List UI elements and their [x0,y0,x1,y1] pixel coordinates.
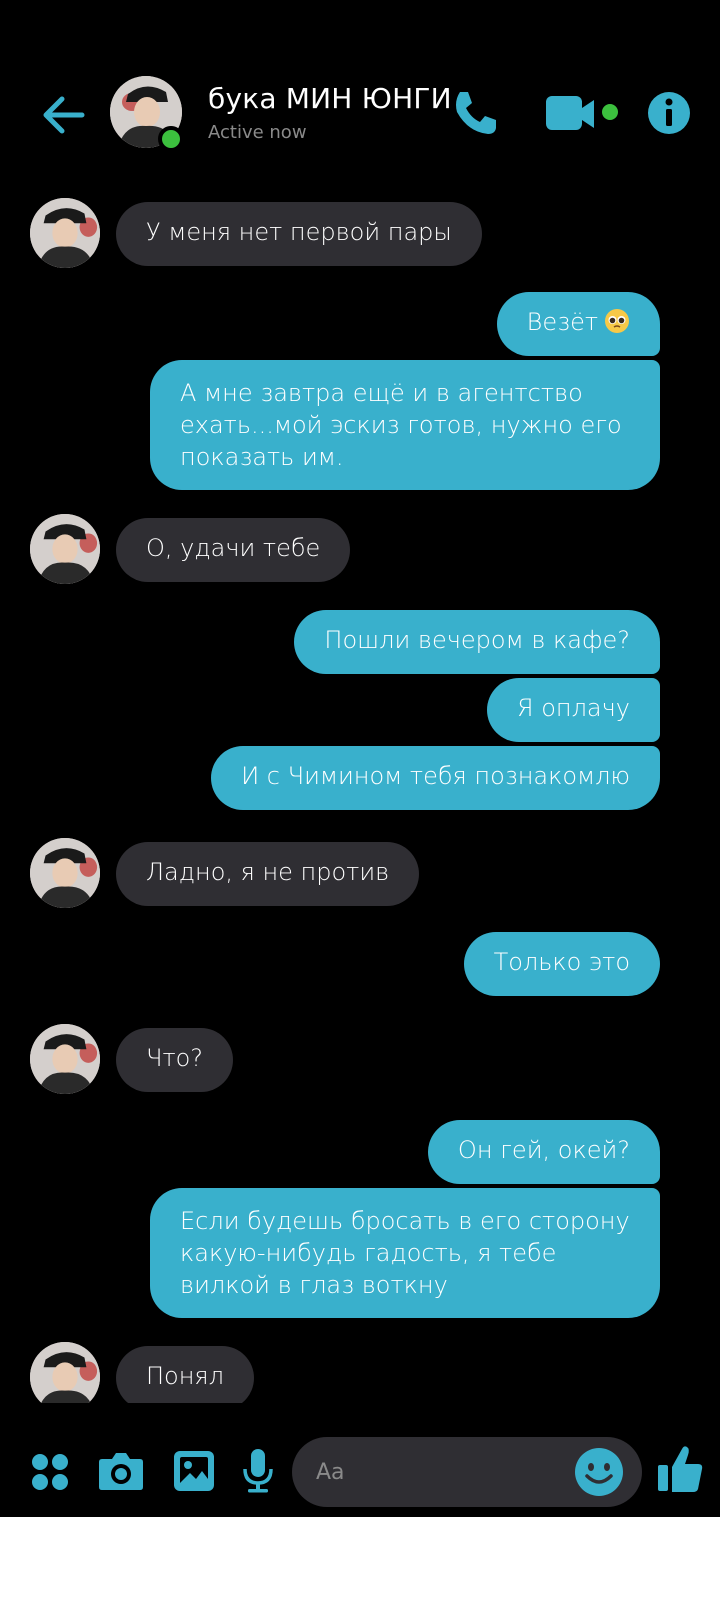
thumbs-up-icon[interactable] [656,1443,704,1495]
apps-grid-icon[interactable] [30,1452,70,1492]
message-incoming[interactable]: Что? [116,1028,234,1092]
video-camera-icon[interactable] [546,92,626,136]
message-outgoing[interactable]: А мне завтра ещё и в агентство ехать...м… [150,360,660,490]
message-incoming[interactable]: Ладно, я не против [116,842,420,906]
message-outgoing[interactable]: Везёт [496,292,660,356]
info-icon[interactable] [646,90,692,136]
contact-name[interactable]: бука МИН ЮНГИ [208,82,452,115]
message-input[interactable] [316,1455,556,1489]
message-incoming[interactable]: Понял [116,1346,254,1410]
message-outgoing[interactable]: Только это [463,932,660,996]
message-text: Везёт [526,308,598,336]
sender-avatar[interactable] [30,1342,100,1412]
message-outgoing[interactable]: И с Чимином тебя познакомлю [211,746,660,810]
message-incoming[interactable]: У меня нет первой пары [116,202,482,266]
sender-avatar[interactable] [30,838,100,908]
bottom-white-area [0,1517,720,1600]
chat-header: бука МИН ЮНГИ Active now [0,70,720,160]
phone-icon[interactable] [448,86,502,140]
back-arrow-icon[interactable] [38,90,88,140]
active-status: Active now [208,122,307,143]
gallery-icon[interactable] [172,1449,216,1493]
sender-avatar[interactable] [30,198,100,268]
online-indicator [158,126,184,152]
message-outgoing[interactable]: Он гей, окей? [427,1120,660,1184]
message-outgoing[interactable]: Пошли вечером в кафе? [294,610,660,674]
message-incoming[interactable]: О, удачи тебе [116,518,351,582]
microphone-icon[interactable] [242,1447,274,1495]
chat-screen: бука МИН ЮНГИ Active now У меня нет перв… [0,0,720,1517]
message-input-container [292,1437,642,1507]
camera-icon[interactable] [98,1449,144,1493]
composer-top-edge [0,1403,720,1425]
sender-avatar[interactable] [30,514,100,584]
smile-icon[interactable] [574,1447,624,1497]
sender-avatar[interactable] [30,1024,100,1094]
message-outgoing[interactable]: Если будешь бросать в его сторону какую-… [150,1188,660,1318]
pleading-face-emoji-icon [604,308,630,334]
message-composer [0,1403,720,1515]
message-outgoing[interactable]: Я оплачу [486,678,660,742]
